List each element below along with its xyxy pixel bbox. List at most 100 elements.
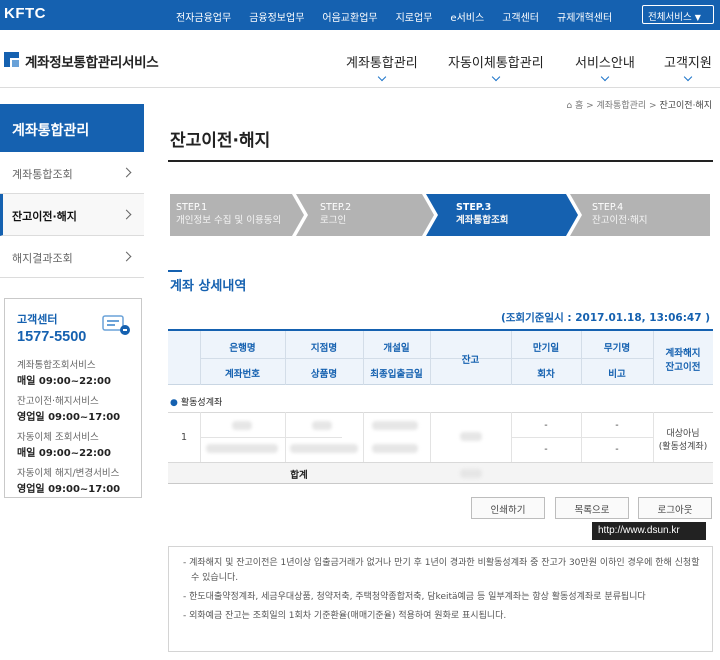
th-open-date: 개설일 — [383, 343, 410, 354]
sidebar-item-label: 계좌통합조회 — [12, 168, 73, 181]
row-divider — [168, 412, 713, 413]
total-row: 합계 — [168, 462, 713, 484]
logout-button[interactable]: 로그아웃 — [638, 497, 712, 519]
brand-name[interactable]: 계좌정보통합관리서비스 — [25, 51, 159, 71]
top-bar: KFTC 전자금융업무 금융정보업무 어음교환업무 지로업무 e서비스 고객센터… — [0, 0, 720, 30]
step-4: STEP.4 잔고이전·해지 — [586, 194, 647, 236]
top-nav-item[interactable]: 고객센터 — [502, 9, 539, 24]
watermark: http://www.dsun.kr — [592, 522, 706, 540]
th-action-line2: 잔고이전 — [665, 362, 701, 373]
chevron-down-icon — [491, 72, 501, 82]
notice-box: - 계좌해지 및 잔고이전은 1년이상 입출금거래가 없거나 만기 후 1년이 … — [168, 546, 713, 652]
chevron-right-icon — [121, 209, 132, 220]
cell-installment: - — [544, 444, 548, 455]
breadcrumb-item[interactable]: 계좌통합관리 — [597, 101, 647, 111]
redacted-product — [290, 444, 358, 453]
cell-maturity: - — [544, 420, 548, 431]
table-header: 은행명 지점명 개설일 계좌번호 상품명 최종입출금일 잔고 만기일 무기명 회… — [168, 331, 713, 385]
bullet-icon: ● — [170, 398, 178, 408]
step-title: 계좌통합조회 — [456, 215, 509, 226]
brand-logo-icon — [4, 52, 19, 67]
kftc-logo[interactable]: KFTC — [4, 5, 46, 22]
sidebar-item-balance-transfer[interactable]: 잔고이전·해지 — [0, 194, 144, 236]
chevron-down-icon: ▼ — [694, 13, 701, 22]
cell-rate: - — [615, 420, 619, 431]
all-services-button[interactable]: 전체서비스 ▼ — [642, 5, 714, 24]
col-divider — [363, 412, 364, 462]
service-hours-time: 영업일 09:00~17:00 — [17, 484, 121, 495]
gnb-service-guide[interactable]: 서비스안내 — [575, 52, 635, 82]
customer-center-icon — [102, 315, 130, 335]
chevron-down-icon — [600, 72, 610, 82]
top-nav-item[interactable]: 어음교환업무 — [322, 9, 377, 24]
service-hours-time: 매일 09:00~22:00 — [17, 376, 111, 387]
gnb-label: 계좌통합관리 — [346, 56, 418, 71]
th-bank: 은행명 — [229, 343, 256, 354]
sidebar-item-account-inquiry[interactable]: 계좌통합조회 — [0, 152, 144, 194]
step-number: STEP.4 — [592, 202, 624, 213]
row-divider — [511, 437, 653, 438]
service-hours-row: 자동이체 조회서비스 매일 09:00~22:00 — [17, 429, 141, 459]
step-indicator: STEP.1 개인정보 수집 및 이용동의 STEP.2 로그인 STEP.3 … — [170, 194, 710, 236]
site-header: 계좌정보통합관리서비스 계좌통합관리 자동이체통합관리 서비스안내 고객지원 — [0, 30, 720, 88]
notice-item: - 한도대출약정계좌, 세금우대상품, 청약저축, 주택청약종합저축, 담kei… — [183, 592, 646, 602]
breadcrumb-home[interactable]: 홈 — [575, 101, 583, 111]
th-maturity: 만기일 — [532, 343, 560, 354]
gnb-label: 자동이체통합관리 — [448, 56, 544, 71]
top-nav-item[interactable]: 전자금융업무 — [176, 9, 231, 24]
th-branch: 지점명 — [310, 343, 338, 354]
step-number: STEP.3 — [456, 202, 492, 213]
top-nav-item[interactable]: 규제개혁센터 — [557, 9, 612, 24]
title-divider — [168, 160, 713, 162]
group-name: 활동성계좌 — [180, 398, 223, 408]
service-hours-label: 자동이체 해지/변경서비스 — [17, 468, 120, 479]
gnb-label: 서비스안내 — [575, 56, 635, 71]
header-divider — [511, 358, 653, 359]
service-hours-label: 잔고이전·해지서비스 — [17, 396, 99, 407]
top-nav-item[interactable]: 금융정보업무 — [249, 9, 304, 24]
redacted-branch — [312, 421, 332, 430]
service-hours-row: 계좌통합조회서비스 매일 09:00~22:00 — [17, 357, 141, 387]
sidebar: 계좌통합관리 계좌통합조회 잔고이전·해지 해지결과조회 — [0, 104, 144, 278]
step-number: STEP.1 — [176, 202, 208, 213]
th-installment: 회차 — [537, 369, 555, 380]
print-button[interactable]: 인쇄하기 — [471, 497, 545, 519]
sidebar-item-cancel-result[interactable]: 해지결과조회 — [0, 236, 144, 278]
step-1: STEP.1 개인정보 수집 및 이용동의 — [170, 194, 281, 236]
col-divider — [285, 412, 286, 462]
row-divider — [200, 437, 342, 438]
account-group-label: ● 활동성계좌 — [170, 395, 222, 408]
th-action-line1: 계좌해지 — [665, 348, 701, 359]
top-nav-item[interactable]: 지로업무 — [396, 9, 433, 24]
home-icon[interactable]: ⌂ — [566, 101, 572, 111]
sidebar-item-label: 잔고이전·해지 — [12, 210, 77, 223]
top-nav: 전자금융업무 금융정보업무 어음교환업무 지로업무 e서비스 고객센터 규제개혁… — [176, 9, 630, 24]
notice-item: - 외화예금 잔고는 조회일의 1회차 기준환율(매매기준율) 적용하여 원화로… — [183, 611, 507, 621]
reference-datetime: (조회기준일시 : 2017.01.18, 13:06:47 ) — [500, 312, 710, 324]
step-title: 개인정보 수집 및 이용동의 — [176, 215, 282, 226]
cell-note: - — [615, 444, 619, 455]
redacted-last-tx — [372, 444, 418, 453]
th-balance: 잔고 — [461, 355, 480, 366]
gnb-customer-support[interactable]: 고객지원 — [664, 52, 712, 82]
sidebar-title: 계좌통합관리 — [0, 104, 144, 152]
page-title: 잔고이전·해지 — [170, 131, 271, 151]
redacted-balance — [460, 432, 482, 441]
list-button[interactable]: 목록으로 — [555, 497, 629, 519]
breadcrumb: ⌂ 홈 > 계좌통합관리 > 잔고이전·해지 — [566, 101, 712, 111]
chevron-down-icon — [377, 72, 387, 82]
service-hours-time: 영업일 09:00~17:00 — [17, 412, 121, 423]
redacted-open-date — [372, 421, 418, 430]
service-hours-label: 자동이체 조회서비스 — [17, 432, 99, 443]
th-account-no: 계좌번호 — [225, 369, 260, 380]
gnb-auto-transfer[interactable]: 자동이체통합관리 — [448, 52, 544, 82]
cell-status-line1: 대상아님 — [666, 429, 700, 439]
customer-center-box: 고객센터 1577-5500 계좌통합조회서비스 매일 09:00~22:00 … — [4, 298, 142, 498]
sidebar-item-label: 해지결과조회 — [12, 252, 73, 265]
th-rate: 무기명 — [603, 343, 631, 354]
redacted-bank — [232, 421, 252, 430]
redacted-total — [460, 469, 482, 478]
section-title: 계좌 상세내역 — [170, 279, 247, 294]
gnb-account-management[interactable]: 계좌통합관리 — [346, 52, 418, 82]
top-nav-item[interactable]: e서비스 — [450, 9, 484, 24]
